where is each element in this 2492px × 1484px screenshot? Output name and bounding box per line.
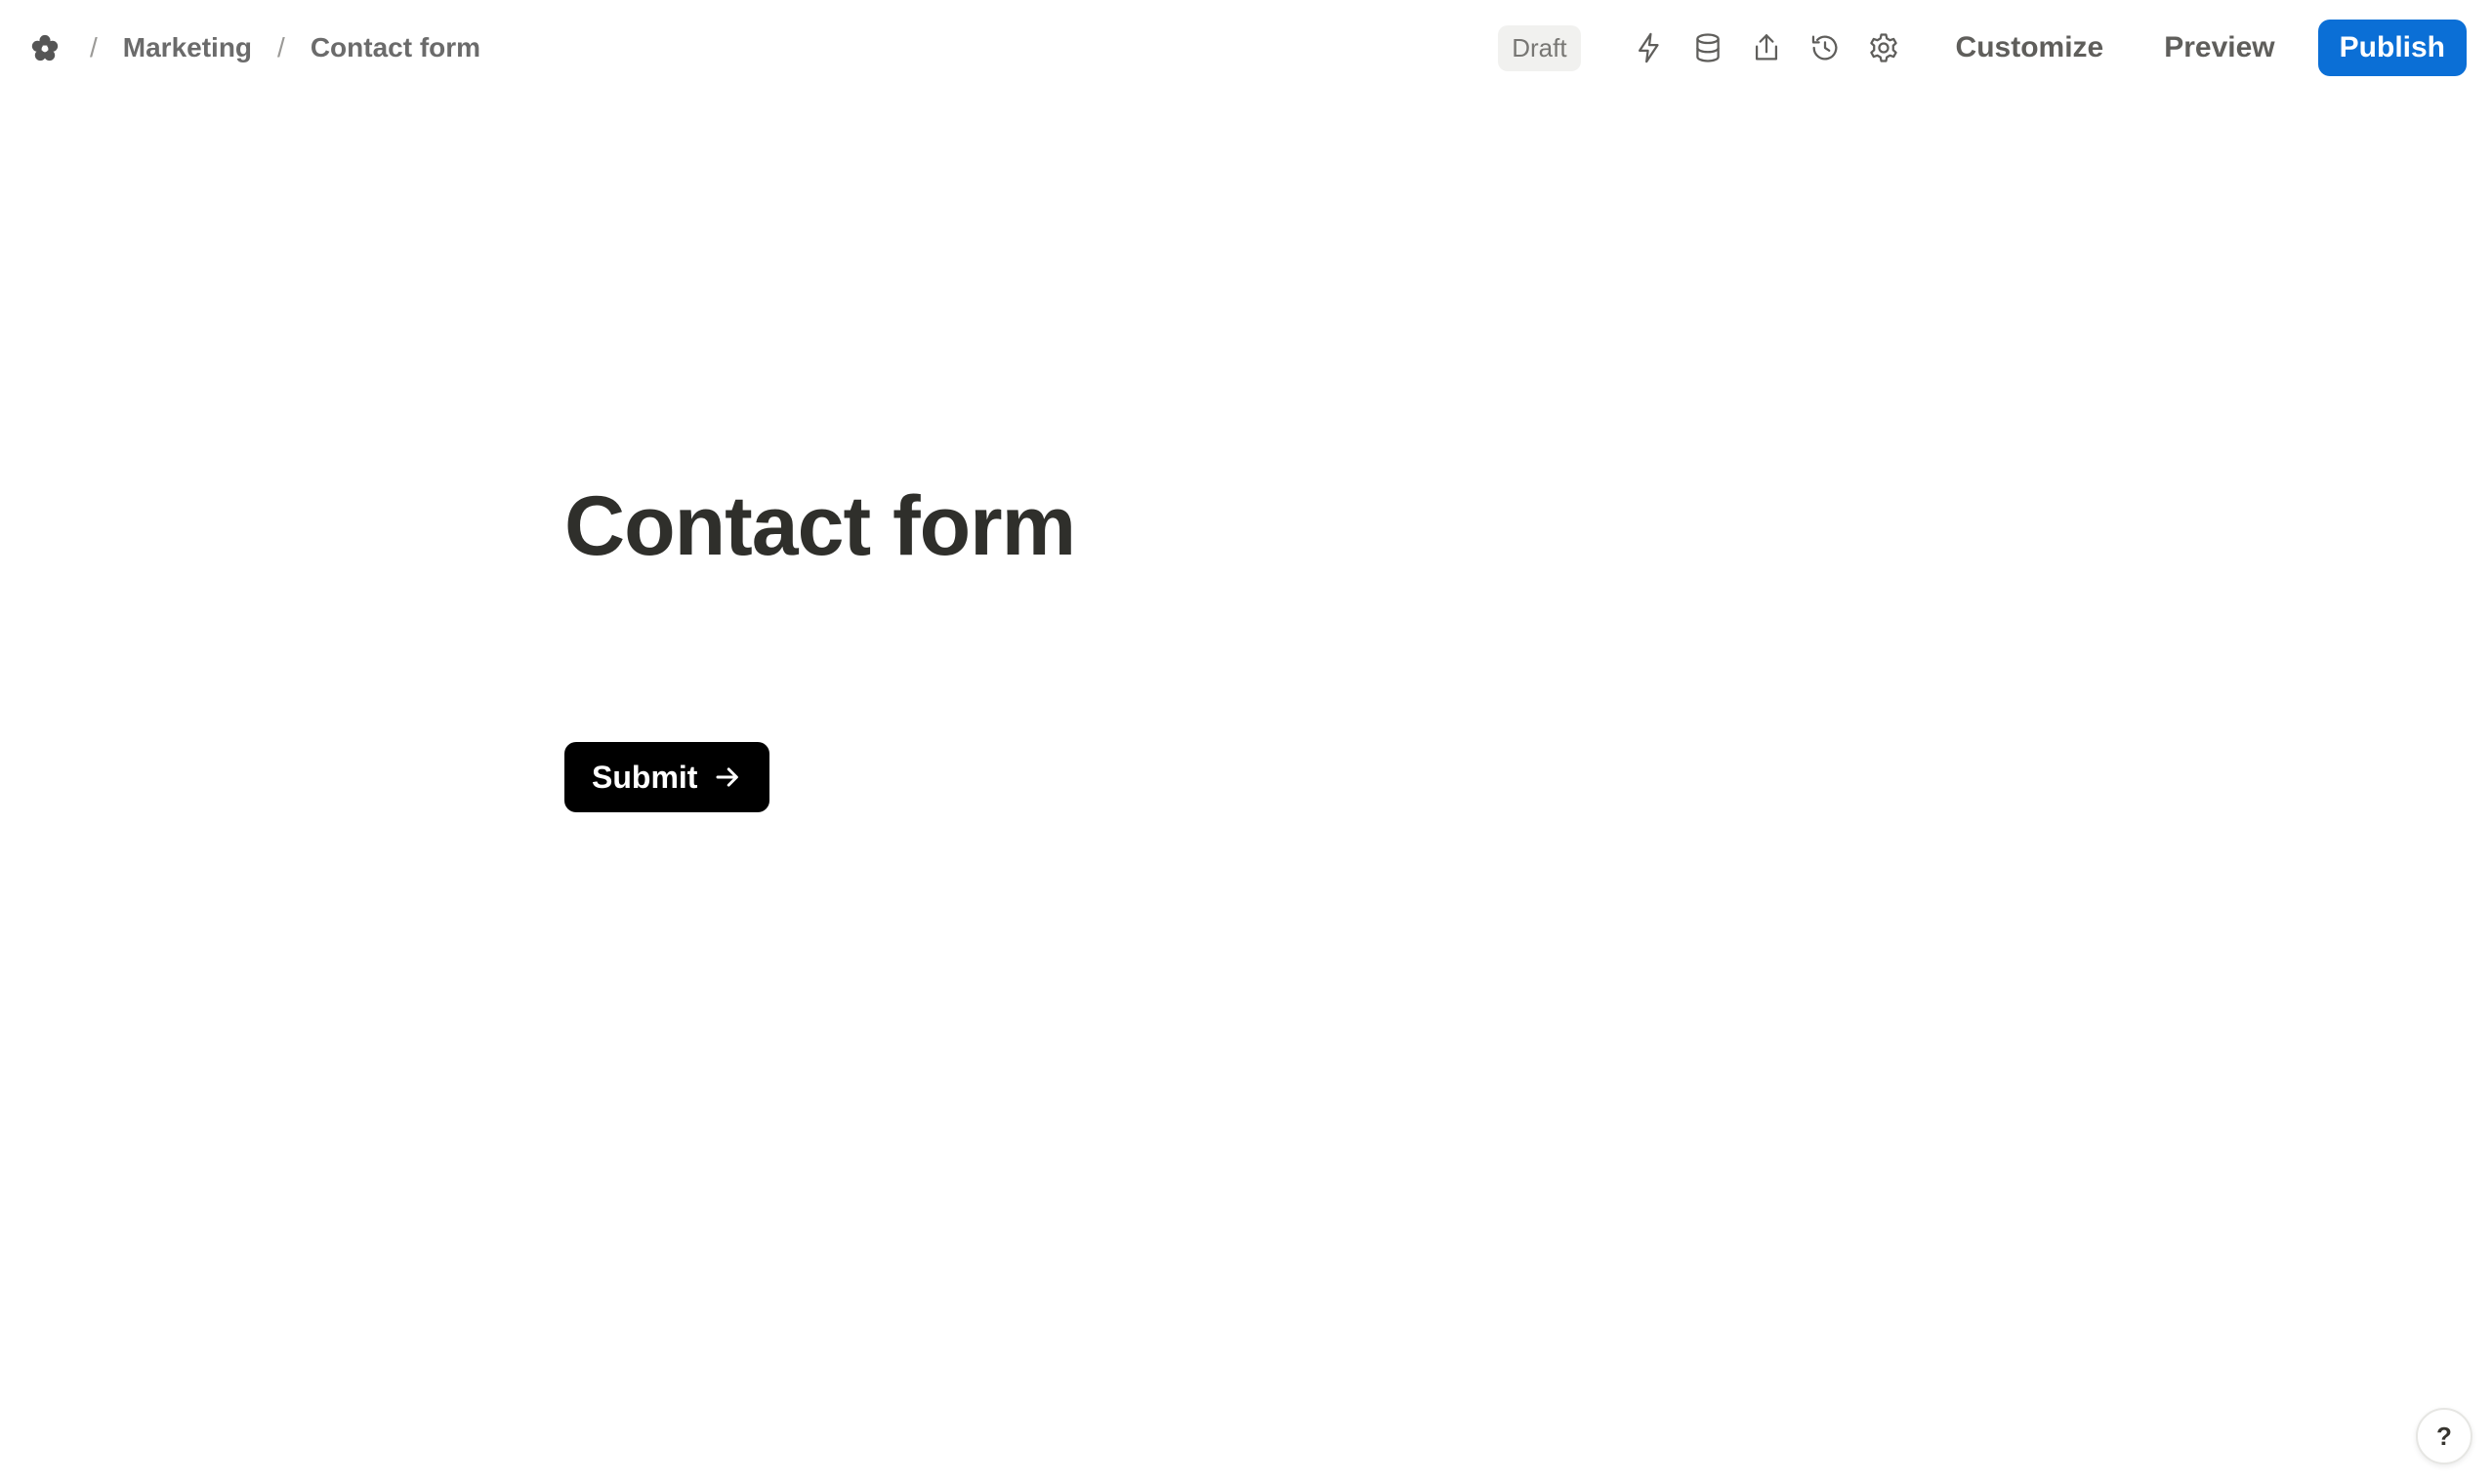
database-icon[interactable] [1686, 26, 1729, 69]
share-icon[interactable] [1745, 26, 1788, 69]
submit-button[interactable]: Submit [564, 742, 770, 812]
breadcrumb-separator: / [90, 32, 98, 62]
publish-button[interactable]: Publish [2317, 20, 2467, 76]
gear-icon[interactable] [1862, 26, 1905, 69]
submit-button-label: Submit [592, 759, 698, 795]
help-button[interactable]: ? [2416, 1408, 2472, 1464]
top-bar: / Marketing / Contact form Draft Customi… [0, 0, 2492, 96]
breadcrumb-separator: / [277, 32, 285, 62]
arrow-right-icon [716, 767, 739, 787]
customize-button[interactable]: Customize [1938, 21, 2122, 74]
workspace-logo-icon[interactable] [25, 28, 64, 67]
breadcrumb: / Marketing / Contact form [25, 28, 480, 67]
lightning-icon[interactable] [1628, 26, 1671, 69]
status-badge: Draft [1498, 24, 1581, 71]
form-title[interactable]: Contact form [564, 478, 1076, 575]
breadcrumb-item-marketing[interactable]: Marketing [123, 32, 252, 63]
history-icon[interactable] [1804, 26, 1847, 69]
preview-button[interactable]: Preview [2146, 21, 2292, 74]
header-actions: Draft Customize Preview Publish [1498, 20, 2467, 76]
breadcrumb-item-contact-form[interactable]: Contact form [311, 32, 480, 63]
